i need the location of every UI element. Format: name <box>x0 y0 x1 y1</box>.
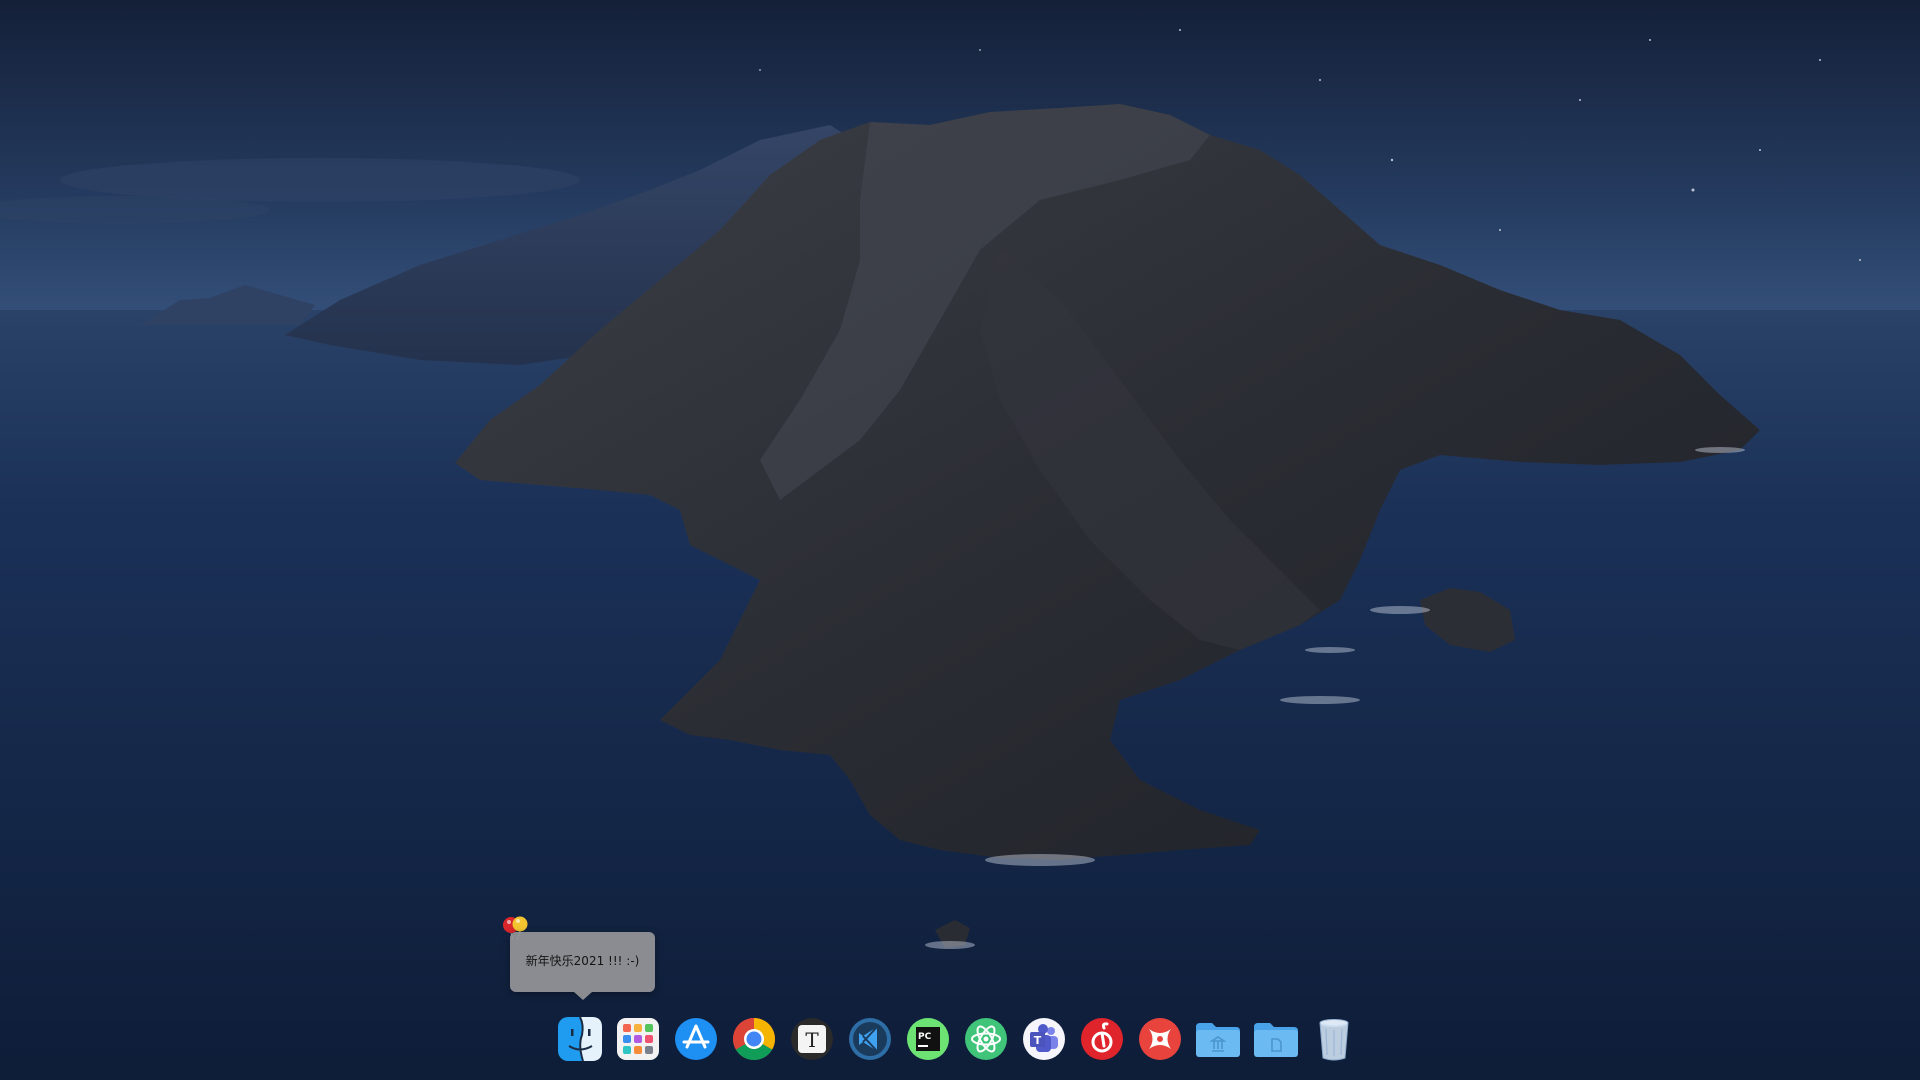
dock-item-trash[interactable] <box>1310 1015 1358 1063</box>
dock-item-teams[interactable]: T <box>1020 1015 1068 1063</box>
dock-item-atom[interactable] <box>962 1015 1010 1063</box>
wallpaper-image <box>0 0 1920 1080</box>
dock: T PC T <box>556 1008 1362 1070</box>
dock-item-documents-folder[interactable] <box>1252 1015 1300 1063</box>
dock-item-netease-music[interactable] <box>1078 1015 1126 1063</box>
dock-item-xmind[interactable] <box>1136 1015 1184 1063</box>
teams-icon: T <box>1023 1018 1065 1060</box>
documents-folder-icon <box>1254 1023 1298 1057</box>
dock-item-pycharm[interactable]: PC <box>904 1015 952 1063</box>
chrome-icon <box>732 1018 776 1061</box>
svg-text:T: T <box>1034 1034 1042 1047</box>
tooltip-text: 新年快乐2021 !!! :-) <box>525 954 640 968</box>
desktop: 新年快乐2021 !!! :-) T PC T <box>0 0 1920 1080</box>
dock-item-typora[interactable]: T <box>788 1015 836 1063</box>
netease-music-icon <box>1081 1018 1123 1060</box>
applications-folder-icon <box>1196 1023 1240 1057</box>
pycharm-icon: PC <box>907 1018 949 1060</box>
typora-icon: T <box>791 1018 833 1060</box>
vscode-icon <box>849 1018 891 1060</box>
svg-text:PC: PC <box>918 1032 932 1042</box>
launchpad-icon <box>617 1018 659 1060</box>
xmind-icon <box>1139 1018 1181 1060</box>
trash-icon <box>1319 1019 1349 1061</box>
dock-item-chrome[interactable] <box>730 1015 778 1063</box>
dock-item-vscode[interactable] <box>846 1015 894 1063</box>
finder-icon <box>558 1016 602 1062</box>
dock-item-app-store[interactable] <box>672 1015 720 1063</box>
app-store-icon <box>675 1018 717 1060</box>
dock-item-finder[interactable] <box>556 1015 604 1063</box>
svg-text:T: T <box>805 1028 819 1052</box>
dock-item-launchpad[interactable] <box>614 1015 662 1063</box>
dock-item-applications-folder[interactable] <box>1194 1015 1242 1063</box>
atom-icon <box>965 1018 1007 1060</box>
dock-tooltip: 新年快乐2021 !!! :-) <box>510 932 655 1000</box>
